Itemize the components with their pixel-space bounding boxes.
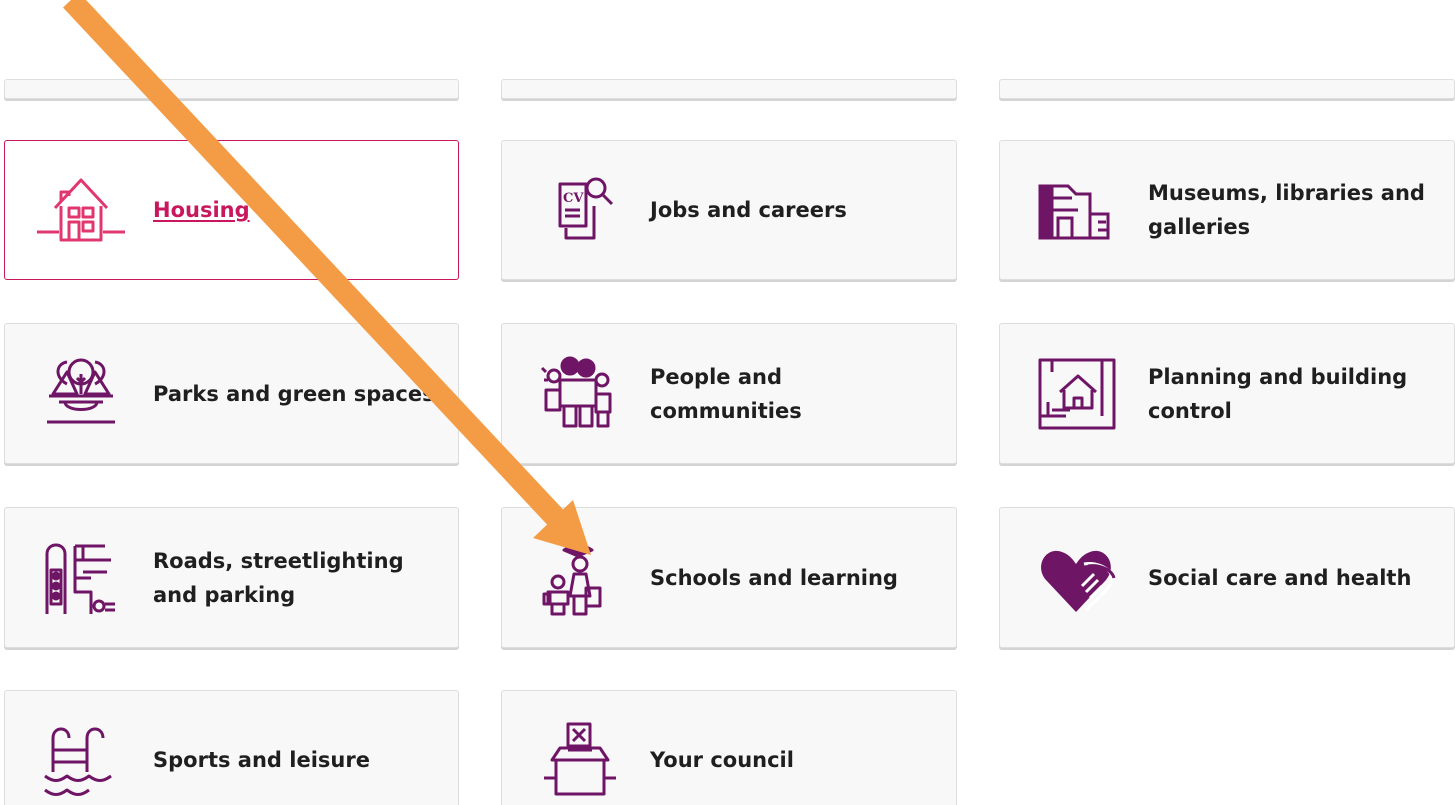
people-group-icon xyxy=(530,350,626,438)
service-card-roads-streetlighting-parking[interactable]: Roads, streetlighting and parking xyxy=(4,507,459,648)
service-label-housing[interactable]: Housing xyxy=(153,193,438,227)
service-label-parks-and-green-spaces[interactable]: Parks and green spaces xyxy=(153,377,438,411)
service-card-schools-and-learning[interactable]: Schools and learning xyxy=(501,507,957,648)
traffic-light-road-icon xyxy=(33,534,129,622)
park-trees-icon xyxy=(33,350,129,438)
heart-hand-icon xyxy=(1028,534,1124,622)
service-label-schools-and-learning[interactable]: Schools and learning xyxy=(650,561,936,595)
service-label-your-council[interactable]: Your council xyxy=(650,743,936,777)
service-card-planning-and-building-control[interactable]: Planning and building control xyxy=(999,323,1455,464)
service-label-sports-and-leisure[interactable]: Sports and leisure xyxy=(153,743,438,777)
services-grid: Housing CV Jobs and careers Museums, lib… xyxy=(0,0,1455,805)
service-label-planning-and-building-control[interactable]: Planning and building control xyxy=(1148,360,1434,428)
service-card-your-council[interactable]: Your council xyxy=(501,690,957,805)
service-label-social-care-and-health[interactable]: Social care and health xyxy=(1148,561,1434,595)
house-icon xyxy=(33,166,129,254)
service-label-museums-libraries-galleries[interactable]: Museums, libraries and galleries xyxy=(1148,176,1434,244)
card-top-right-cutoff[interactable] xyxy=(999,79,1455,99)
cv-search-icon: CV xyxy=(530,166,626,254)
museum-building-icon xyxy=(1028,166,1124,254)
service-card-sports-and-leisure[interactable]: Sports and leisure xyxy=(4,690,459,805)
card-top-left-cutoff[interactable] xyxy=(4,79,459,99)
service-label-jobs-and-careers[interactable]: Jobs and careers xyxy=(650,193,936,227)
swimming-pool-icon xyxy=(33,716,129,804)
service-card-parks-and-green-spaces[interactable]: Parks and green spaces xyxy=(4,323,459,464)
svg-text:CV: CV xyxy=(563,191,584,206)
house-plan-icon xyxy=(1028,350,1124,438)
service-card-people-and-communities[interactable]: People and communities xyxy=(501,323,957,464)
ballot-box-icon xyxy=(530,716,626,804)
service-card-museums-libraries-galleries[interactable]: Museums, libraries and galleries xyxy=(999,140,1455,280)
service-card-jobs-and-careers[interactable]: CV Jobs and careers xyxy=(501,140,957,280)
card-top-middle-cutoff[interactable] xyxy=(501,79,957,99)
service-label-roads-streetlighting-parking[interactable]: Roads, streetlighting and parking xyxy=(153,544,438,612)
service-label-people-and-communities[interactable]: People and communities xyxy=(650,360,936,428)
service-card-housing[interactable]: Housing xyxy=(4,140,459,280)
students-graduate-icon xyxy=(530,534,626,622)
service-card-social-care-and-health[interactable]: Social care and health xyxy=(999,507,1455,648)
